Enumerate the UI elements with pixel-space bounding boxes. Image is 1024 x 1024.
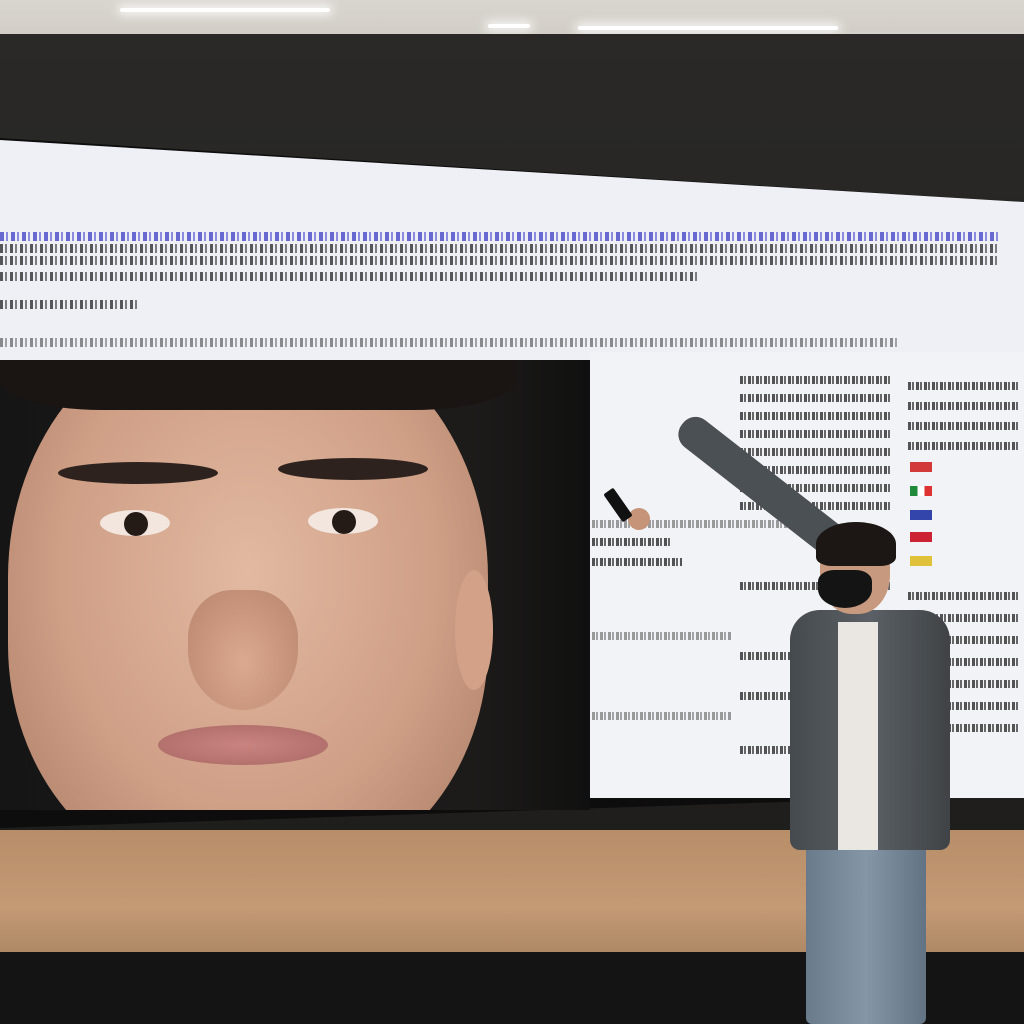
doc-row — [740, 430, 890, 438]
eye-right — [308, 508, 378, 534]
ear — [455, 570, 493, 690]
doc-row — [740, 448, 890, 456]
face-mask — [818, 570, 872, 608]
doc-row — [740, 376, 890, 384]
presenter-legs — [806, 842, 926, 1024]
doc-row — [592, 558, 682, 566]
side-row — [908, 442, 1018, 450]
eyebrow-left — [58, 462, 218, 484]
presenter — [603, 410, 980, 1024]
flag-icon — [910, 486, 932, 496]
ceiling-light-icon — [578, 26, 838, 30]
text-line — [0, 300, 140, 309]
side-row — [908, 402, 1018, 410]
side-row — [908, 422, 1018, 430]
presenter-shirt — [838, 622, 878, 850]
text-line — [0, 272, 700, 281]
face-image — [0, 360, 518, 810]
doc-row — [592, 632, 732, 640]
doc-row — [740, 394, 890, 402]
ceiling-light-icon — [488, 24, 530, 28]
presenter-hair — [816, 522, 896, 566]
doc-row — [592, 712, 732, 720]
text-line — [0, 232, 1000, 241]
nose — [188, 590, 298, 710]
side-row — [908, 382, 1018, 390]
presenter-hand — [628, 508, 650, 530]
doc-row — [740, 412, 890, 420]
hair — [0, 360, 518, 410]
ceiling-light-icon — [120, 8, 330, 12]
lips — [158, 725, 328, 765]
eye-left — [100, 510, 170, 536]
eyebrow-right — [278, 458, 428, 480]
face-image-panel — [0, 360, 590, 810]
text-line — [0, 256, 1000, 265]
text-line — [0, 338, 900, 347]
doc-row — [592, 538, 672, 546]
flag-icon — [910, 462, 932, 472]
text-line — [0, 244, 1000, 253]
